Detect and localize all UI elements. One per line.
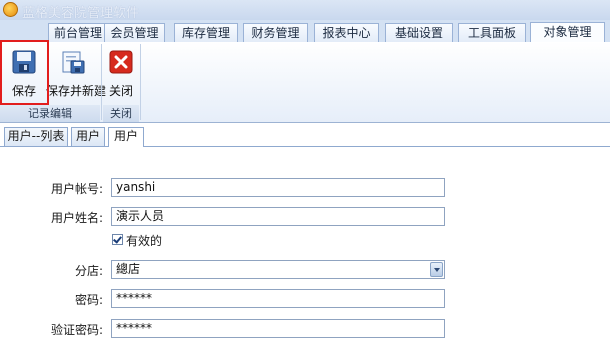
title-bar: 蓝格美容院管理软件 <box>0 0 610 21</box>
tab-reports[interactable]: 报表中心 <box>314 23 379 42</box>
group-label-record-edit: 记录编辑 <box>0 105 100 122</box>
save-new-icon <box>62 51 85 74</box>
ribbon-divider <box>140 44 141 120</box>
tab-user-list[interactable]: 用户--列表 <box>4 127 68 146</box>
tab-tools[interactable]: 工具面板 <box>458 23 526 42</box>
app-logo-icon <box>3 2 18 17</box>
tab-user[interactable]: 用户 <box>71 127 105 146</box>
store-value: 總店 <box>116 262 141 276</box>
group-label-close: 关闭 <box>103 105 139 122</box>
confirm-password-field[interactable]: ****** <box>111 319 445 338</box>
document-tabs: 用户--列表 用户 用户 <box>0 123 610 147</box>
close-label: 关闭 <box>108 84 133 98</box>
app-title: 蓝格美容院管理软件 <box>22 6 140 21</box>
valid-checkbox[interactable] <box>112 234 123 245</box>
user-form: 用户帐号: yanshi 用户姓名: 演示人员 有效的 分店: 總店 密码: *… <box>0 147 610 362</box>
tab-user-active[interactable]: 用户 <box>108 127 144 147</box>
save-and-new-button[interactable]: 保存并新建 <box>46 44 107 102</box>
ribbon-divider <box>101 44 102 120</box>
valid-label: 有效的 <box>126 234 163 248</box>
name-label: 用户姓名: <box>50 211 103 225</box>
confirm-password-label: 验证密码: <box>50 323 103 337</box>
tab-member[interactable]: 会员管理 <box>104 23 165 42</box>
store-label: 分店: <box>74 264 103 278</box>
store-select[interactable]: 總店 <box>111 260 445 279</box>
save-and-new-label: 保存并新建 <box>46 84 107 98</box>
tab-front-desk[interactable]: 前台管理 <box>48 23 108 42</box>
ribbon-toolbar: 保存 保存并新建 记录编辑 关闭 关闭 <box>0 42 610 123</box>
chevron-down-icon[interactable] <box>430 262 443 277</box>
close-button[interactable]: 关闭 <box>103 44 139 102</box>
password-label: 密码: <box>74 293 103 307</box>
main-menu-tabs: 前台管理 会员管理 库存管理 财务管理 报表中心 基础设置 工具面板 对象管理 <box>0 20 610 43</box>
close-icon <box>109 50 133 74</box>
tab-object-management[interactable]: 对象管理 <box>530 22 605 43</box>
password-field[interactable]: ****** <box>111 289 445 308</box>
account-label: 用户帐号: <box>50 182 103 196</box>
group-close: 关闭 关闭 <box>103 42 139 122</box>
tab-finance[interactable]: 财务管理 <box>243 23 308 42</box>
tab-basic-settings[interactable]: 基础设置 <box>385 23 453 42</box>
account-field[interactable]: yanshi <box>111 178 445 197</box>
save-button-highlight <box>0 40 49 105</box>
tab-inventory[interactable]: 库存管理 <box>174 23 238 42</box>
name-field[interactable]: 演示人员 <box>111 207 445 226</box>
